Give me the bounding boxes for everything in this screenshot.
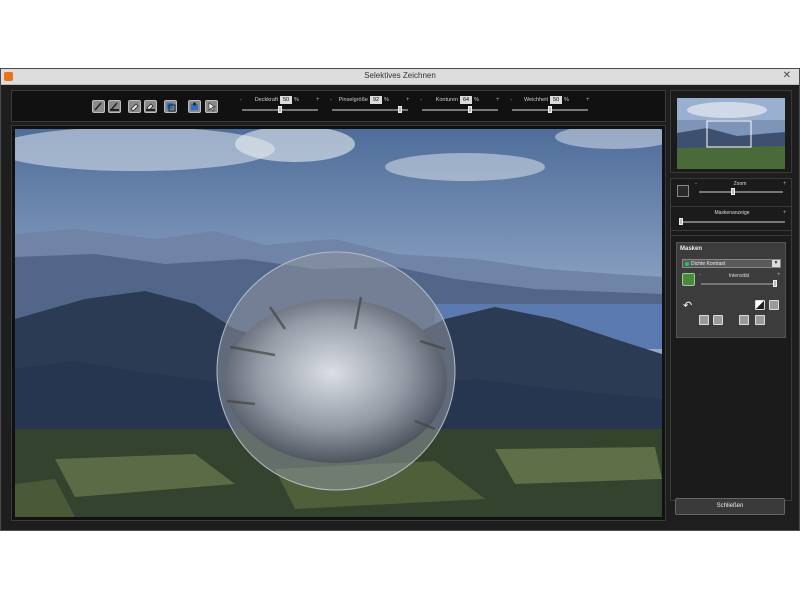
zoom-plus[interactable]: + — [783, 181, 787, 187]
stamp-icon[interactable] — [188, 100, 201, 113]
eraser-fill-icon[interactable] — [144, 100, 157, 113]
param-unit: % — [564, 97, 569, 103]
mask-brush-icon[interactable] — [769, 300, 779, 310]
param-plus[interactable]: + — [586, 97, 590, 103]
param-slider-knob[interactable] — [468, 106, 473, 113]
intensity-slider[interactable] — [701, 283, 777, 285]
mask-display-panel: Maskenanzeige + — [670, 206, 792, 231]
preview-panel — [670, 90, 792, 173]
intensity-plus[interactable]: + — [777, 272, 781, 278]
toolbar: - Deckkraft 50% + - Pinselgröße 92% + - Konturen 6… — [11, 90, 666, 122]
param-value[interactable]: 64 — [460, 96, 472, 104]
chevron-down-icon[interactable]: ▼ — [772, 260, 780, 267]
mask-type-value: Dichte Kontrast — [691, 261, 726, 267]
param-label: Weichheit — [523, 97, 548, 103]
mask-display-slider-knob[interactable] — [679, 218, 683, 225]
param-konturen: - Konturen 64% + — [420, 96, 502, 119]
title-bar[interactable]: Selektives Zeichnen ✕ — [1, 69, 799, 85]
param-slider-knob[interactable] — [548, 106, 552, 113]
apply-mask-icon[interactable] — [682, 273, 695, 286]
window-close-button[interactable]: ✕ — [783, 70, 791, 81]
param-slider[interactable] — [422, 109, 498, 111]
layers-icon[interactable] — [164, 100, 177, 113]
param-minus[interactable]: - — [420, 97, 422, 103]
close-button[interactable]: Schließen — [675, 498, 785, 515]
masks-panel: Masken Dichte Kontrast ▼ - Intensität + … — [670, 235, 792, 501]
mask-display-label: Maskenanzeige — [714, 210, 750, 216]
param-minus[interactable]: - — [510, 97, 512, 103]
param-slider-knob[interactable] — [278, 106, 282, 113]
footer-panel: Schließen — [670, 493, 792, 522]
masks-title: Masken — [680, 246, 703, 252]
param-plus[interactable]: + — [316, 97, 320, 103]
param-label: Pinselgröße — [338, 97, 368, 103]
param-unit: % — [474, 97, 479, 103]
fit-screen-icon[interactable] — [677, 185, 689, 197]
mask-display-slider[interactable] — [679, 221, 785, 223]
param-value[interactable]: 50 — [550, 96, 562, 104]
param-unit: % — [384, 97, 389, 103]
window-title: Selektives Zeichnen — [364, 71, 436, 80]
param-pinselgröße: - Pinselgröße 92% + — [330, 96, 412, 119]
mask-type-select[interactable]: Dichte Kontrast ▼ — [682, 259, 781, 268]
param-plus[interactable]: + — [406, 97, 410, 103]
app-window: Selektives Zeichnen ✕ - Deckkraft 50% + - Pin… — [0, 68, 800, 531]
param-value[interactable]: 50 — [280, 96, 292, 104]
param-label: Konturen — [435, 97, 458, 103]
brush-icon[interactable] — [92, 100, 105, 113]
param-deckkraft: - Deckkraft 50% + — [240, 96, 322, 119]
photo-canvas[interactable] — [15, 129, 662, 517]
zoom-slider[interactable] — [699, 191, 783, 193]
cursor-icon[interactable] — [205, 100, 218, 113]
invert-mask-icon[interactable] — [755, 300, 765, 310]
mask-display-plus[interactable]: + — [783, 210, 787, 216]
param-slider-knob[interactable] — [398, 106, 403, 113]
intensity-label: Intensität — [728, 273, 750, 279]
zoom-label: Zoom — [733, 181, 747, 187]
param-minus[interactable]: - — [240, 97, 242, 103]
export-mask-icon[interactable] — [755, 315, 765, 325]
param-slider[interactable] — [332, 109, 408, 111]
param-unit: % — [294, 97, 299, 103]
param-label: Deckkraft — [254, 97, 278, 103]
brush-fill-icon[interactable] — [108, 100, 121, 113]
preview-thumbnail[interactable] — [677, 98, 785, 169]
param-minus[interactable]: - — [330, 97, 332, 103]
copy-mask-icon[interactable] — [739, 315, 749, 325]
canvas-frame — [11, 125, 666, 521]
param-weichheit: - Weichheit 50% + — [510, 96, 592, 119]
mask-active-dot — [685, 262, 689, 266]
param-plus[interactable]: + — [496, 97, 500, 103]
load-mask-icon[interactable] — [699, 315, 709, 325]
param-value[interactable]: 92 — [370, 96, 382, 104]
intensity-slider-knob[interactable] — [773, 280, 777, 287]
save-mask-icon[interactable] — [713, 315, 723, 325]
sidebar: - Zoom + Maskenanzeige + Masken Dichte K… — [670, 90, 792, 522]
undo-icon[interactable]: ↶ — [683, 299, 692, 312]
zoom-slider-knob[interactable] — [731, 188, 735, 195]
masks-box: Masken Dichte Kontrast ▼ - Intensität + … — [676, 242, 786, 338]
eraser-icon[interactable] — [128, 100, 141, 113]
